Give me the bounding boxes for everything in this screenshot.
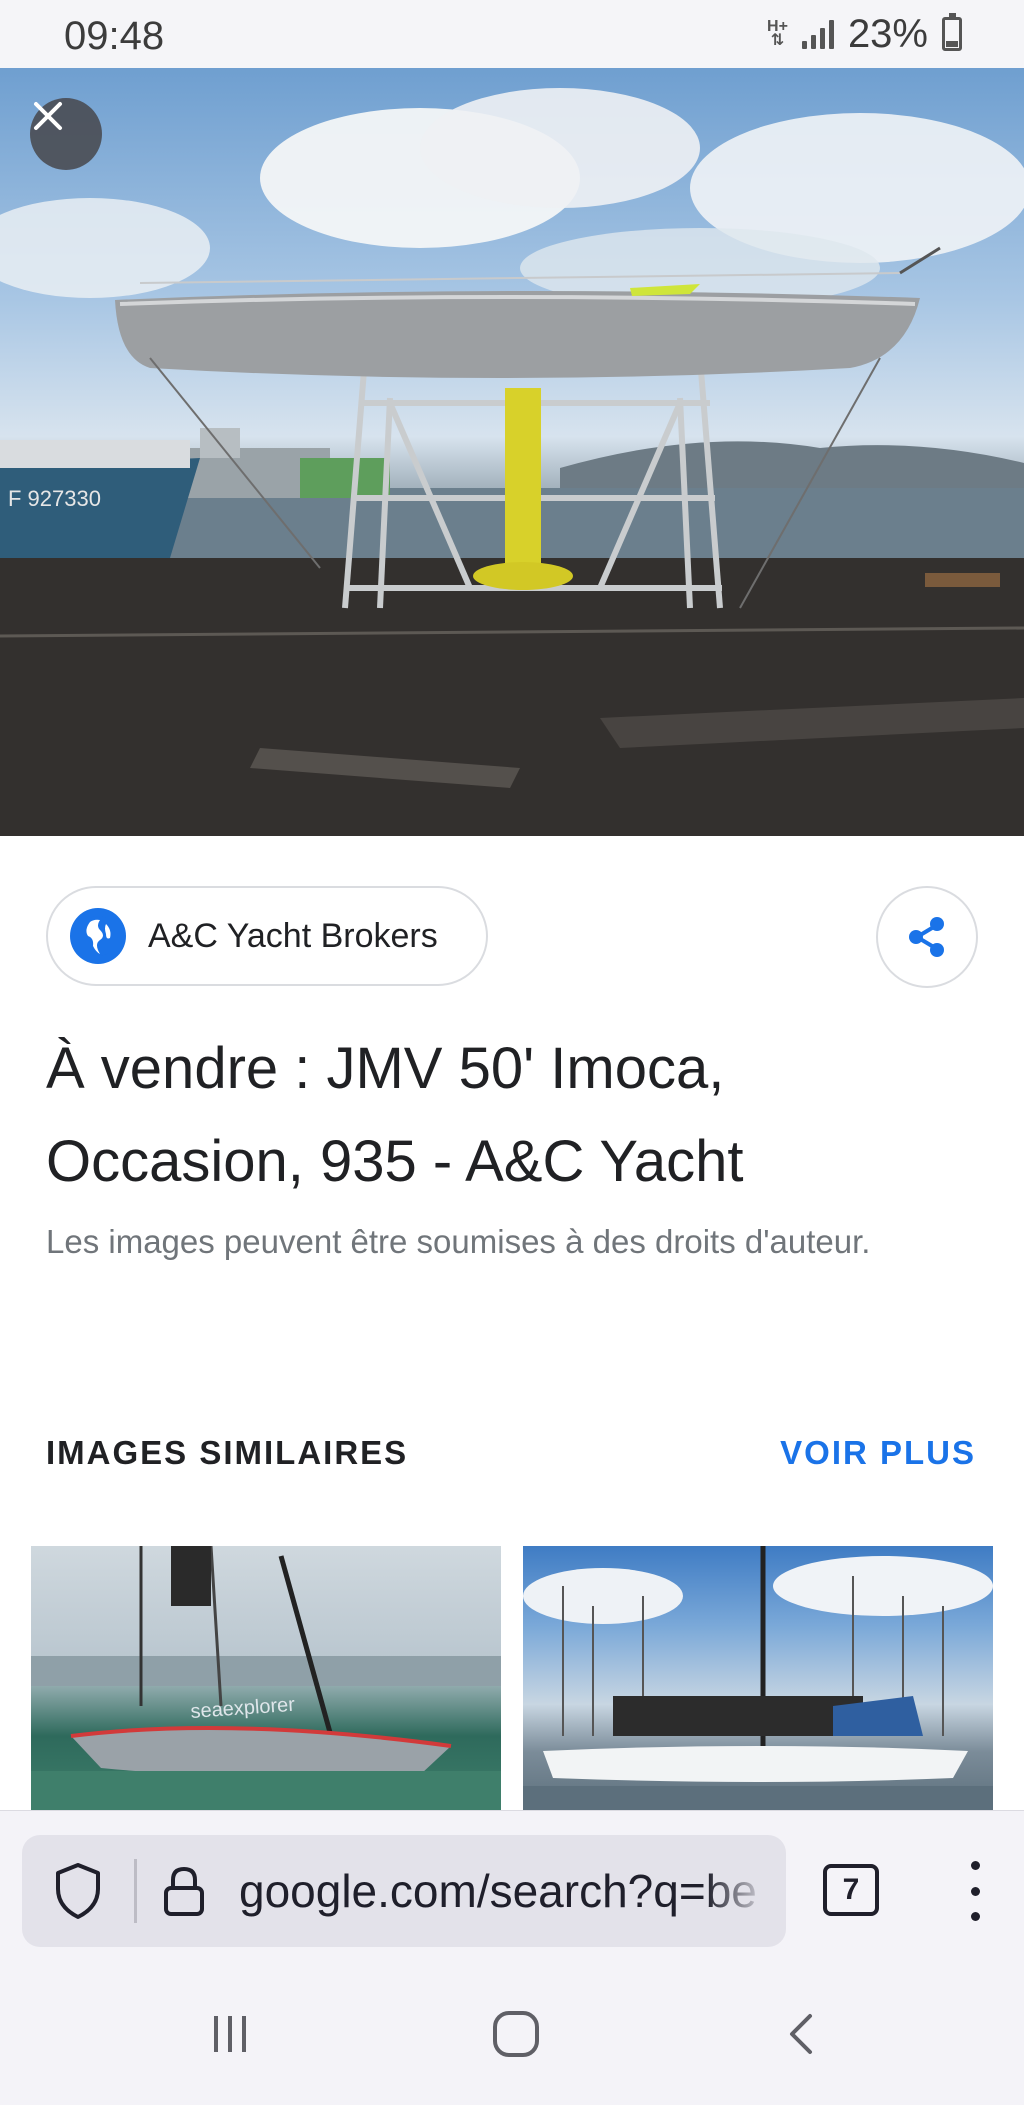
- similar-image-thumbnail[interactable]: [523, 1546, 993, 1810]
- system-navigation-bar: [0, 1964, 1024, 2105]
- sailboat-marina-photo: [523, 1546, 993, 1810]
- home-icon[interactable]: [476, 2002, 556, 2066]
- similar-images-header: IMAGES SIMILAIRES: [46, 1434, 409, 1471]
- source-chip[interactable]: A&C Yacht Brokers: [46, 886, 488, 986]
- more-vert-icon[interactable]: [958, 1853, 992, 1929]
- globe-icon: [70, 908, 126, 964]
- result-title[interactable]: À vendre : JMV 50' Imoca, Occasion, 935 …: [46, 1022, 976, 1208]
- lock-icon[interactable]: [159, 1864, 209, 1918]
- shield-icon[interactable]: [48, 1861, 108, 1921]
- yacht-photo: F 927330: [0, 88, 1024, 836]
- share-icon: [909, 917, 944, 957]
- battery-percent: 23%: [847, 11, 928, 56]
- recents-icon[interactable]: [190, 2002, 270, 2066]
- racing-yacht-photo: seaexplorer: [31, 1546, 501, 1810]
- close-button[interactable]: [30, 98, 102, 170]
- svg-text:seaexplorer: seaexplorer: [190, 1694, 296, 1723]
- see-more-link[interactable]: VOIR PLUS: [780, 1434, 976, 1472]
- status-indicators: H+ ⇅ 23%: [767, 12, 962, 56]
- tab-count-value: 7: [842, 1873, 860, 1906]
- close-icon: [34, 102, 62, 130]
- back-icon[interactable]: [762, 2002, 842, 2066]
- battery-icon: [942, 13, 962, 51]
- network-type-label: H+: [767, 18, 788, 35]
- network-type-icon: H+ ⇅: [767, 18, 788, 49]
- copyright-notice: Les images peuvent être soumises à des d…: [46, 1223, 871, 1260]
- tab-count-button[interactable]: 7: [823, 1864, 879, 1916]
- preview-image[interactable]: F 927330: [0, 68, 1024, 836]
- similar-image-thumbnail[interactable]: seaexplorer: [31, 1546, 501, 1810]
- browser-toolbar: google.com/search?q=be 7: [0, 1810, 1024, 1964]
- status-bar: 09:48 H+ ⇅ 23%: [0, 0, 1024, 68]
- address-bar[interactable]: google.com/search?q=be: [22, 1835, 786, 1947]
- status-time: 09:48: [64, 14, 165, 58]
- signal-strength-icon: [801, 19, 834, 49]
- share-button[interactable]: [876, 886, 978, 988]
- address-bar-divider: [134, 1859, 137, 1923]
- hull-text: F 927330: [8, 486, 101, 511]
- source-name: A&C Yacht Brokers: [148, 916, 438, 955]
- url-text[interactable]: google.com/search?q=be: [239, 1864, 769, 1918]
